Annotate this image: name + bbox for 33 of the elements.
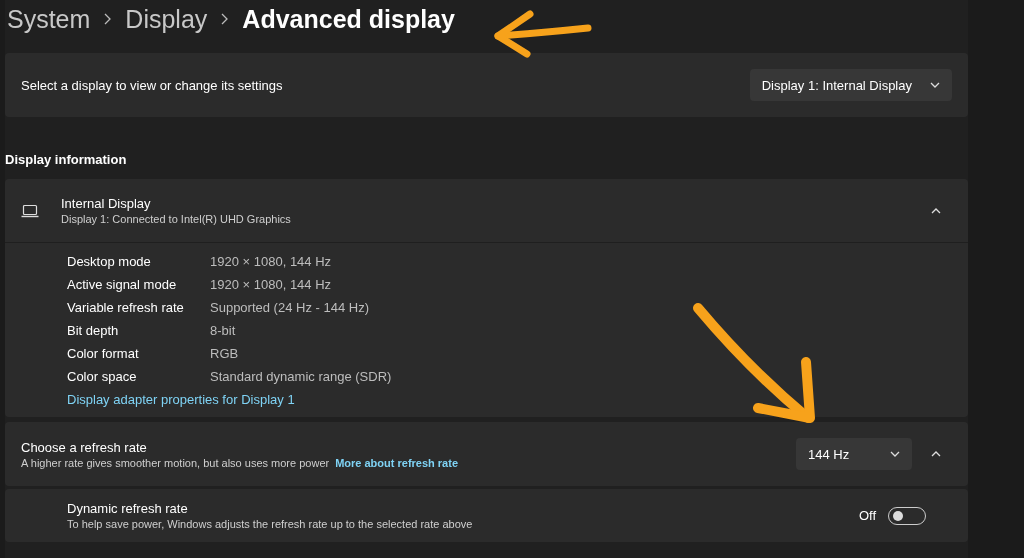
chevron-down-icon <box>890 451 900 457</box>
setting-label: Select a display to view or change its settings <box>21 77 283 93</box>
breadcrumb-link[interactable]: System <box>7 4 91 34</box>
info-label: Active signal mode <box>67 277 178 292</box>
section-heading: Display information <box>5 151 128 169</box>
display-name: Internal Display <box>61 196 152 211</box>
chevron-down-icon <box>930 82 940 88</box>
info-value: Supported (24 Hz - 144 Hz) <box>210 300 370 315</box>
info-value: Standard dynamic range (SDR) <box>210 369 393 384</box>
setting-title: Choose a refresh rate <box>21 439 148 455</box>
display-dropdown[interactable]: Display 1: Internal Display <box>749 69 952 101</box>
more-info-link[interactable]: More about refresh rate <box>335 456 459 469</box>
page-title: Advanced display <box>242 4 455 34</box>
info-value: 1920 × 1080, 144 Hz <box>210 277 333 292</box>
setting-title: Dynamic refresh rate <box>67 501 189 516</box>
display-subtitle: Display 1: Connected to Intel(R) UHD Graphics <box>61 213 291 225</box>
info-value: 1920 × 1080, 144 Hz <box>210 254 333 269</box>
chevron-right-icon <box>104 13 112 25</box>
info-label: Color format <box>67 346 140 361</box>
breadcrumb-link[interactable]: Display <box>125 4 208 34</box>
info-label: Variable refresh rate <box>67 300 185 315</box>
info-value: 8-bit <box>210 323 237 338</box>
info-value: RGB <box>210 346 240 361</box>
adapter-properties-link[interactable]: Display adapter properties for Display 1 <box>67 392 968 407</box>
chevron-right-icon <box>221 13 229 25</box>
laptop-icon <box>21 203 39 218</box>
info-label: Desktop mode <box>67 254 152 269</box>
toggle-state: Off <box>858 508 876 523</box>
setting-description: A higher rate gives smoother motion, but also uses more power <box>21 456 330 469</box>
info-label: Color space <box>67 369 138 384</box>
info-label: Bit depth <box>67 323 120 338</box>
setting-description: To help save power, Windows adjusts the refresh rate up to the selected rate above <box>67 518 473 530</box>
refresh-rate-dropdown[interactable]: 144 Hz <box>796 438 912 470</box>
